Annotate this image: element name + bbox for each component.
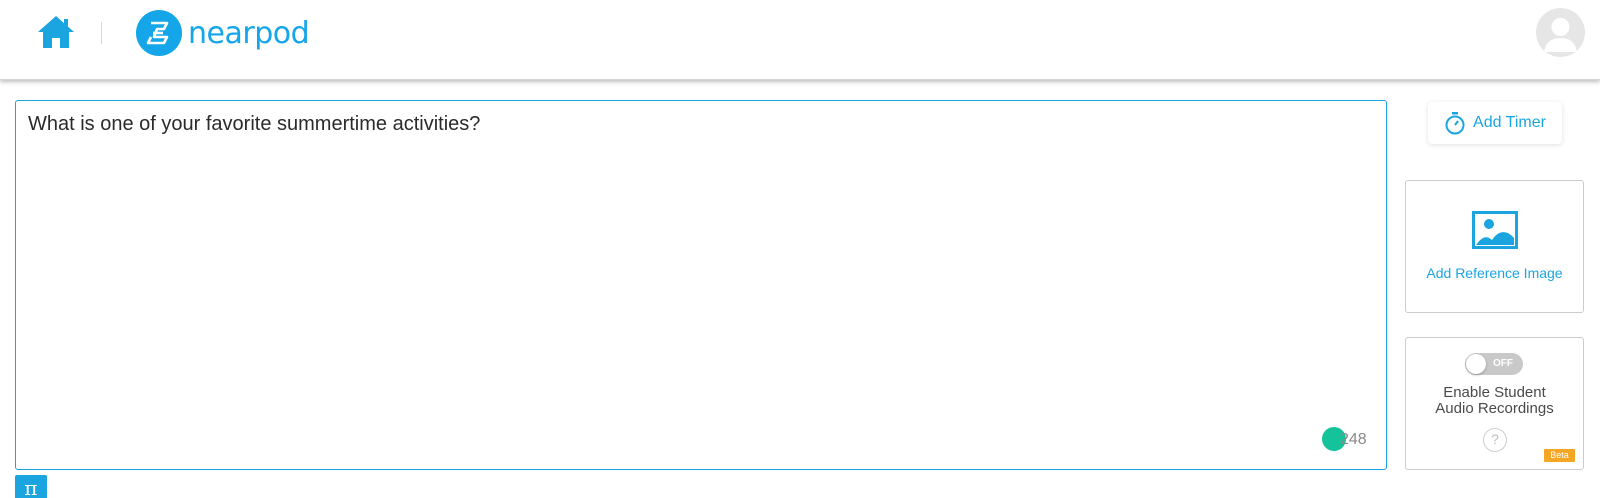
home-icon[interactable]	[36, 14, 76, 50]
stopwatch-icon	[1445, 112, 1465, 135]
beta-badge: Beta	[1544, 449, 1575, 462]
math-symbol-button[interactable]: π	[15, 475, 47, 498]
character-count: 248	[1340, 431, 1367, 448]
toggle-state: OFF	[1493, 358, 1513, 369]
audio-recordings-toggle[interactable]: OFF	[1465, 353, 1523, 375]
add-reference-image-label: Add Reference Image	[1426, 265, 1563, 281]
toggle-knob	[1466, 354, 1486, 374]
top-header: nearpod	[0, 0, 1600, 80]
image-icon	[1472, 211, 1518, 249]
nearpod-logo-icon	[136, 10, 182, 56]
avatar-icon	[1544, 18, 1577, 52]
audio-recordings-panel: OFF Enable Student Audio Recordings ? Be…	[1405, 337, 1584, 470]
user-avatar[interactable]	[1536, 8, 1585, 57]
question-input[interactable]: What is one of your favorite summertime …	[15, 100, 1387, 470]
brand-name: nearpod	[188, 15, 310, 51]
add-reference-image-button[interactable]: Add Reference Image	[1405, 180, 1584, 313]
audio-label-line2: Audio Recordings	[1435, 400, 1554, 417]
question-text[interactable]: What is one of your favorite summertime …	[28, 113, 480, 136]
help-icon[interactable]: ?	[1483, 428, 1507, 452]
nearpod-logo[interactable]: nearpod	[136, 10, 310, 56]
add-timer-label: Add Timer	[1473, 114, 1546, 131]
audio-recordings-label: Enable Student Audio Recordings	[1406, 385, 1583, 417]
add-timer-button[interactable]: Add Timer	[1428, 102, 1562, 144]
header-divider	[101, 22, 102, 44]
audio-label-line1: Enable Student	[1443, 384, 1546, 401]
